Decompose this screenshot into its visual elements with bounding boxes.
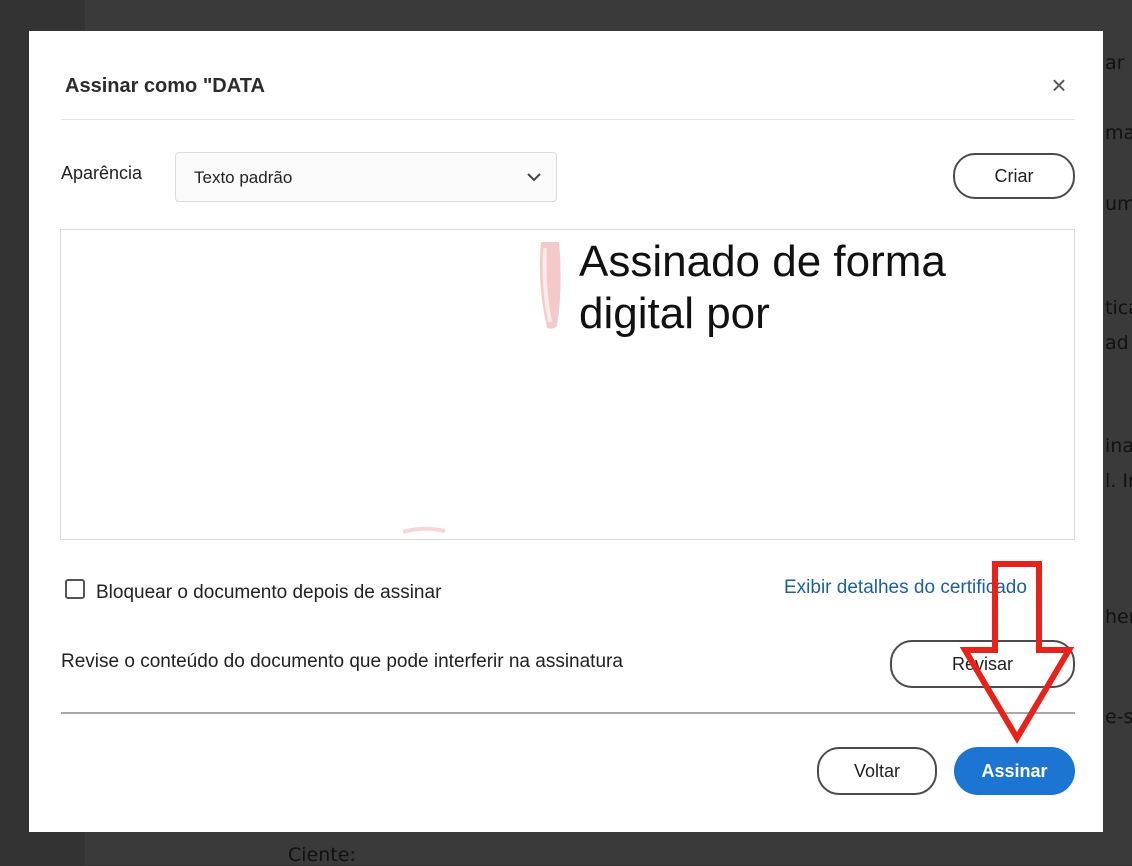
sign-button[interactable]: Assinar (954, 747, 1075, 795)
background-text-fragment: ad (1105, 332, 1129, 354)
lock-document-checkbox[interactable] (65, 579, 85, 599)
lock-document-label[interactable]: Bloquear o documento depois de assinar (96, 582, 441, 604)
appearance-dropdown[interactable]: Texto padrão (175, 152, 557, 202)
review-message: Revise o conteúdo do documento que pode … (61, 651, 623, 672)
signature-preview: Assinado de forma digital por (60, 229, 1075, 540)
signature-preview-text: Assinado de forma digital por (579, 237, 946, 338)
background-text-fragment: ma (1105, 122, 1132, 144)
close-icon[interactable]: × (1047, 72, 1071, 98)
appearance-label: Aparência (61, 163, 143, 183)
watermark-mark (539, 242, 561, 329)
appearance-selected-value: Texto padrão (194, 168, 293, 187)
title-divider (61, 119, 1075, 120)
review-button[interactable]: Revisar (890, 640, 1075, 688)
background-text-fragment: um (1105, 193, 1132, 215)
background-text-fragment: ina (1105, 435, 1132, 457)
background-text-fragment: tica (1105, 297, 1132, 319)
background-text-fragment: hen (1105, 606, 1132, 628)
sign-dialog: Assinar como "DATA × Aparência Texto pad… (29, 31, 1103, 832)
view-certificate-link[interactable]: Exibir detalhes do certificado (784, 577, 1027, 599)
back-button[interactable]: Voltar (817, 747, 937, 795)
chevron-down-icon (527, 173, 541, 182)
watermark-mark (402, 526, 446, 534)
create-button[interactable]: Criar (953, 153, 1075, 199)
footer-divider (61, 712, 1075, 714)
dialog-title: Assinar como "DATA (65, 75, 265, 97)
background-text-fragment: ar (1105, 52, 1125, 74)
background-text-fragment: e-s (1105, 706, 1132, 728)
background-text-fragment: l. Ir (1105, 470, 1132, 492)
background-text-fragment: Ciente: (288, 844, 356, 866)
